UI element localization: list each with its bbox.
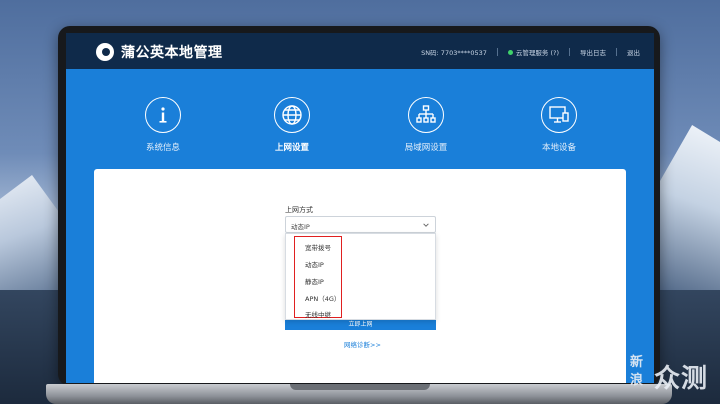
connection-mode-select[interactable]: 动态IP	[285, 216, 436, 233]
monitor-icon	[541, 97, 577, 133]
divider	[616, 48, 617, 56]
network-tree-icon	[408, 97, 444, 133]
nav-item-system-info[interactable]: 系统信息	[123, 97, 203, 153]
top-bar: 蒲公英本地管理 SN码: 7703****0537 云管理服务 (?) 导出日志…	[66, 33, 654, 69]
network-diagnose-link[interactable]: 网络诊断>>	[344, 339, 381, 349]
globe-icon	[274, 97, 310, 133]
connection-mode-label: 上网方式	[285, 206, 313, 214]
watermark: 新浪 众测	[630, 350, 718, 400]
export-log-link[interactable]: 导出日志	[580, 47, 606, 57]
nav-label: 上网设置	[274, 143, 309, 153]
background-mountain-right	[658, 125, 720, 295]
info-icon	[145, 97, 181, 133]
content-panel: 上网方式 动态IP 立即上网 宽带拨号 动态IP 静态IP APN（4G） 无线…	[94, 169, 626, 383]
option-apn-4g[interactable]: APN（4G）	[305, 293, 340, 303]
app-title: 蒲公英本地管理	[121, 45, 223, 61]
nav-label: 本地设备	[541, 143, 576, 153]
connection-mode-dropdown: 宽带拨号 动态IP 静态IP APN（4G） 无线中继	[285, 233, 436, 320]
divider	[496, 48, 498, 56]
nav-label: 局域网设置	[404, 143, 448, 153]
selected-value: 动态IP	[291, 223, 310, 231]
dandelion-logo-icon	[96, 43, 114, 61]
watermark-big: 众测	[654, 364, 709, 394]
router-admin-screen: 蒲公英本地管理 SN码: 7703****0537 云管理服务 (?) 导出日志…	[66, 33, 654, 383]
logout-link[interactable]: 退出	[627, 47, 640, 57]
divider	[569, 48, 570, 56]
main-nav: 系统信息 上网设置 局域网设置 本地设备	[66, 69, 654, 176]
chevron-down-icon	[423, 223, 429, 227]
laptop-notch	[290, 384, 430, 390]
nav-item-internet-settings[interactable]: 上网设置	[252, 97, 332, 176]
option-static-ip[interactable]: 静态IP	[305, 276, 324, 286]
online-status-dot-icon	[507, 50, 513, 55]
nav-item-local-devices[interactable]: 本地设备	[519, 97, 599, 153]
sn-code: SN码: 7703****0537	[421, 49, 487, 57]
nav-label: 系统信息	[145, 143, 180, 153]
nav-item-lan-settings[interactable]: 局域网设置	[386, 97, 466, 153]
watermark-small: 新浪	[630, 355, 644, 388]
cloud-service-label: 云管理服务 (?)	[515, 49, 559, 57]
option-dynamic-ip[interactable]: 动态IP	[305, 259, 324, 269]
option-wireless-repeater[interactable]: 无线中继	[305, 309, 331, 319]
option-pppoe[interactable]: 宽带拨号	[305, 242, 331, 252]
cloud-service-status[interactable]: 云管理服务 (?)	[507, 47, 559, 57]
top-meta: SN码: 7703****0537 云管理服务 (?) 导出日志 退出	[421, 47, 640, 57]
connect-now-button[interactable]: 立即上网	[285, 320, 436, 330]
